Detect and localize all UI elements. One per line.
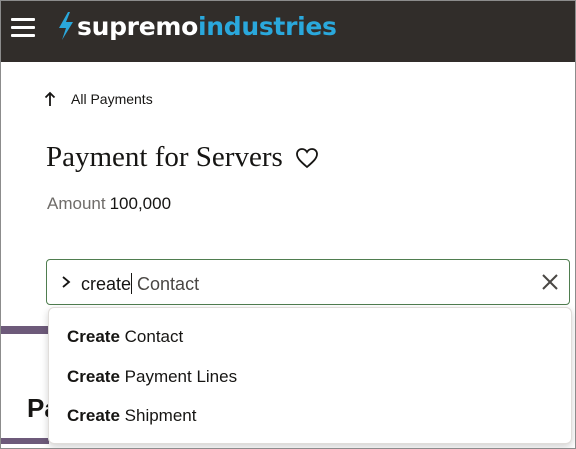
suggestion-rest: Payment Lines [119, 367, 238, 386]
suggestion-create-contact[interactable]: Create Contact [67, 327, 183, 347]
brand-name-secondary: industries [197, 11, 337, 41]
section-accent-bar [1, 326, 49, 334]
suggestions-dropdown: Create Contact Create Payment Lines Crea… [48, 307, 572, 444]
suggestion-match: Create [67, 406, 120, 425]
suggestion-match: Create [67, 327, 120, 346]
back-link-all-payments[interactable]: All Payments [43, 91, 153, 107]
lightning-bolt-icon [59, 12, 73, 40]
amount-value: 100,000 [109, 194, 172, 213]
amount-label: Amount [47, 194, 106, 213]
brand-name-primary: supremo [77, 11, 198, 41]
arrow-up-icon [44, 91, 56, 106]
section-heading-partial: Pa [27, 393, 49, 423]
suggestion-rest: Contact [119, 327, 184, 346]
brand-name: supremoindustries [77, 12, 337, 41]
app-window: supremoindustries All Payments Payment f… [0, 0, 576, 449]
hamburger-menu-icon[interactable] [11, 18, 37, 38]
amount-field: Amount 100,000 [47, 194, 171, 214]
command-search-input[interactable]: create Contact [46, 259, 570, 305]
top-header-bar: supremoindustries [1, 1, 575, 62]
page-title-row: Payment for Servers [46, 141, 319, 174]
close-icon[interactable] [541, 273, 559, 291]
suggestion-rest: Shipment [119, 406, 197, 425]
page-title: Payment for Servers [46, 141, 283, 173]
suggestion-match: Create [67, 367, 120, 386]
search-query[interactable]: create Contact [81, 273, 199, 295]
suggestion-create-payment-lines[interactable]: Create Payment Lines [67, 367, 237, 387]
chevron-right-icon [62, 276, 71, 288]
heart-outline-icon[interactable] [295, 147, 319, 169]
back-link-label: All Payments [71, 91, 153, 107]
section-accent-bar-bottom [1, 438, 49, 444]
brand-logo[interactable]: supremoindustries [57, 10, 337, 42]
search-autocomplete-text: Contact [132, 274, 200, 294]
suggestion-create-shipment[interactable]: Create Shipment [67, 406, 196, 426]
search-typed-text: create [81, 274, 132, 294]
